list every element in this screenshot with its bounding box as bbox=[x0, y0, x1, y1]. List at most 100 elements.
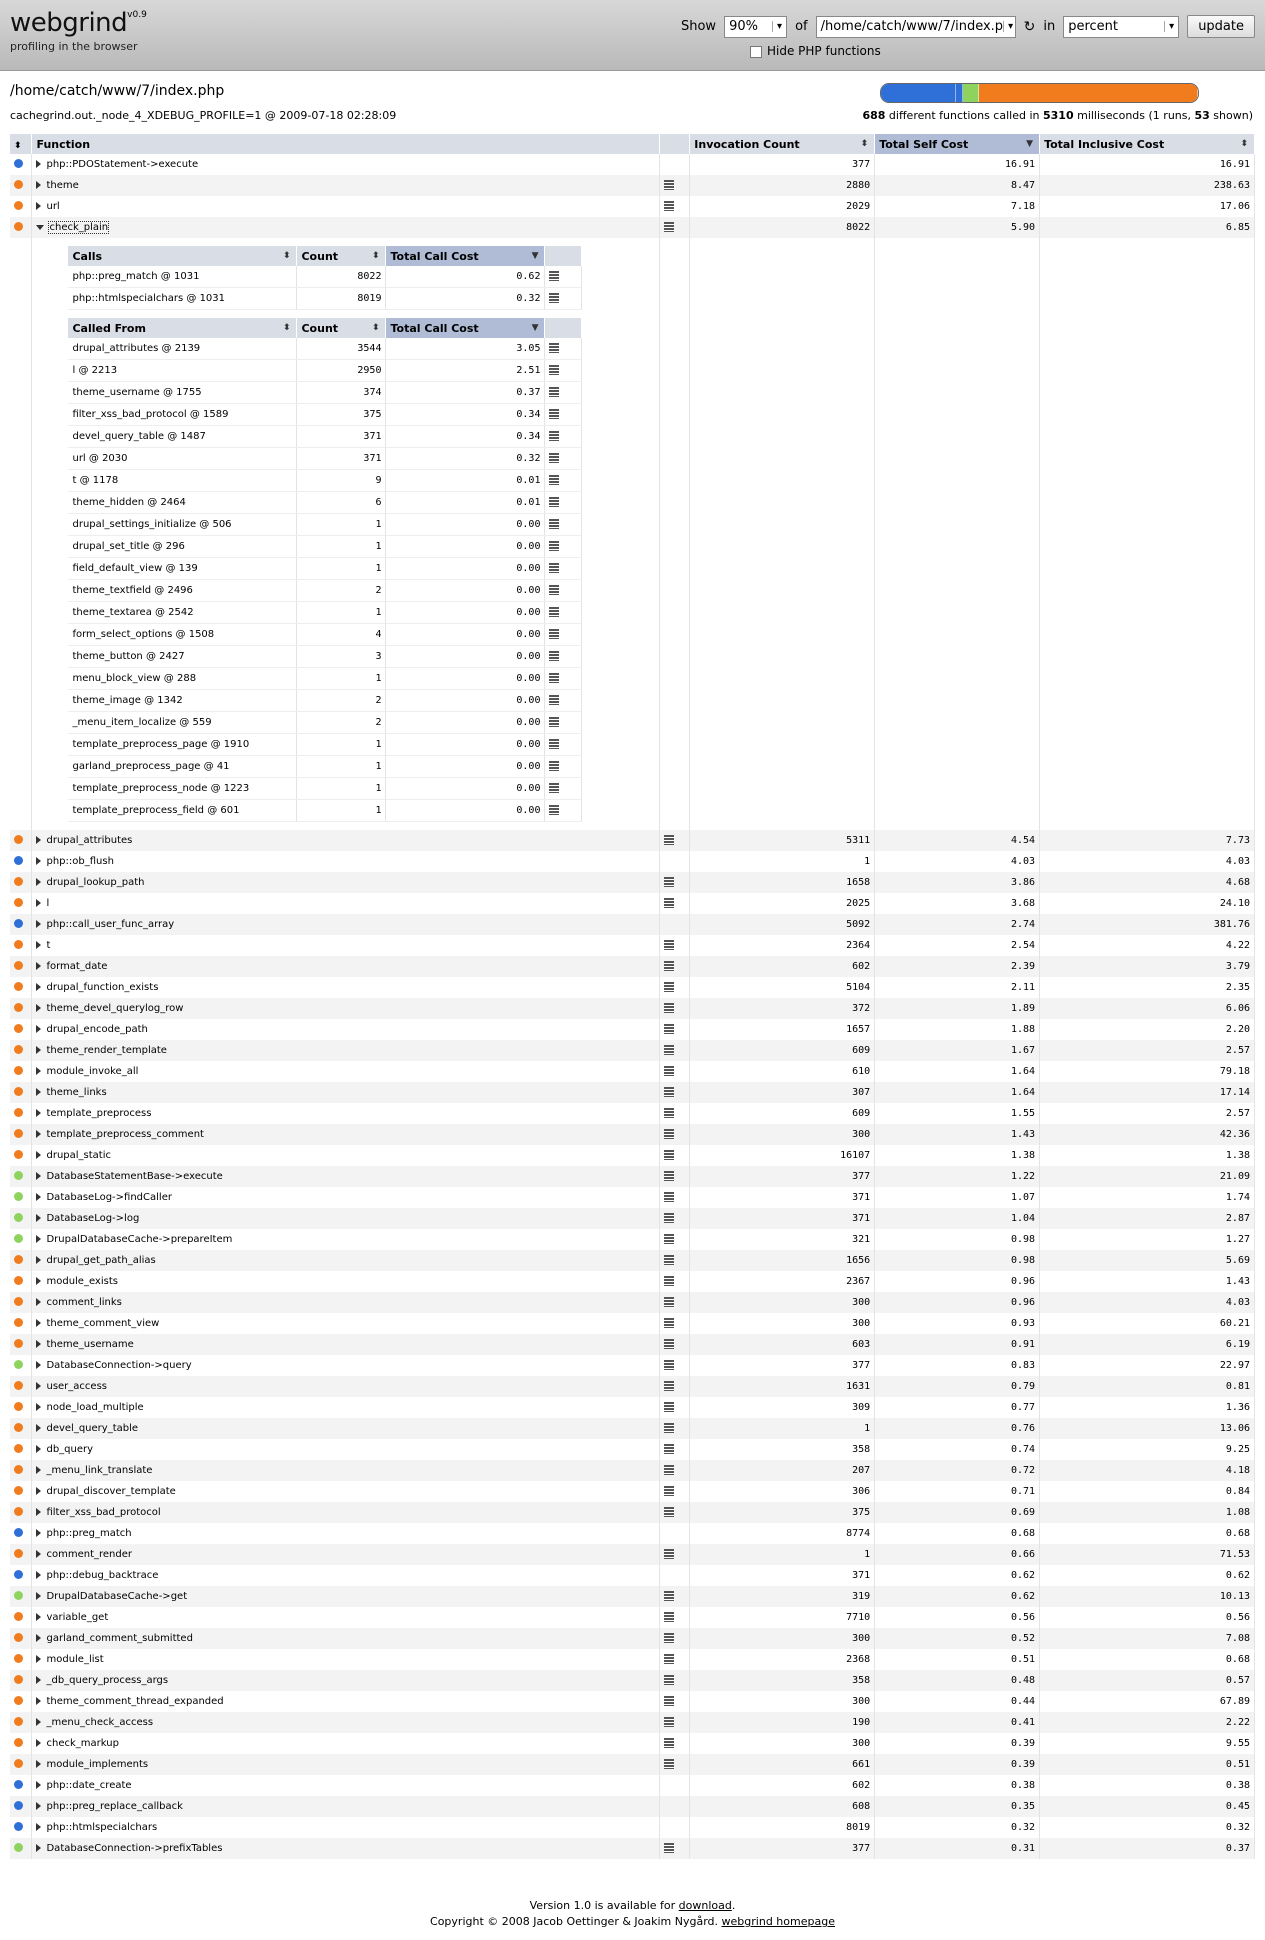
file-icon[interactable] bbox=[549, 717, 560, 727]
unit-select[interactable]: percent ▾ bbox=[1063, 15, 1180, 38]
expand-triangle-icon[interactable] bbox=[36, 1067, 42, 1075]
function-name-cell[interactable]: php::call_user_func_array bbox=[31, 914, 661, 935]
expand-triangle-icon[interactable] bbox=[36, 1781, 42, 1789]
file-icon[interactable] bbox=[664, 1297, 675, 1307]
file-icon[interactable] bbox=[664, 1318, 675, 1328]
called-from-table-row[interactable]: theme_image @ 1342 2 0.00 bbox=[68, 689, 583, 712]
function-name-cell[interactable]: user_access bbox=[31, 1376, 661, 1397]
called-from-table-row[interactable]: l @ 2213 2950 2.51 bbox=[68, 359, 583, 382]
function-name[interactable]: php::PDOStatement->execute bbox=[46, 159, 198, 170]
file-icon[interactable] bbox=[664, 1843, 675, 1853]
function-name-cell[interactable]: l bbox=[31, 893, 661, 914]
function-name-cell[interactable]: php::preg_replace_callback bbox=[31, 1796, 661, 1817]
function-name[interactable]: theme_username bbox=[46, 1339, 133, 1350]
function-name-cell[interactable]: devel_query_table bbox=[31, 1418, 661, 1439]
file-icon[interactable] bbox=[664, 1633, 675, 1643]
expand-triangle-icon[interactable] bbox=[36, 1760, 42, 1768]
function-name[interactable]: l bbox=[46, 898, 49, 909]
function-name[interactable]: DatabaseConnection->prefixTables bbox=[46, 1843, 222, 1854]
function-header[interactable]: Function bbox=[31, 134, 661, 154]
function-name-cell[interactable]: template_preprocess_comment bbox=[31, 1124, 661, 1145]
function-name-cell[interactable]: _db_query_process_args bbox=[31, 1670, 661, 1691]
function-row[interactable]: DatabaseConnection->prefixTables 377 0.31 0… bbox=[10, 1838, 1255, 1859]
expand-triangle-icon[interactable] bbox=[36, 920, 42, 928]
function-name[interactable]: theme_links bbox=[46, 1087, 106, 1098]
expand-triangle-icon[interactable] bbox=[36, 1277, 42, 1285]
file-icon[interactable] bbox=[549, 409, 560, 419]
function-name-cell[interactable]: db_query bbox=[31, 1439, 661, 1460]
sort-type-header[interactable]: ⬍ bbox=[10, 134, 33, 154]
function-row[interactable]: user_access 1631 0.79 0.81 bbox=[10, 1376, 1255, 1397]
file-icon[interactable] bbox=[664, 961, 675, 971]
function-name-cell[interactable]: _menu_check_access bbox=[31, 1712, 661, 1733]
file-icon[interactable] bbox=[664, 1129, 675, 1139]
file-icon[interactable] bbox=[664, 1360, 675, 1370]
file-icon[interactable] bbox=[664, 1612, 675, 1622]
function-row[interactable]: format_date 602 2.39 3.79 bbox=[10, 956, 1255, 977]
file-icon[interactable] bbox=[664, 940, 675, 950]
called-from-table-row[interactable]: devel_query_table @ 1487 371 0.34 bbox=[68, 425, 583, 448]
expand-triangle-icon[interactable] bbox=[36, 1676, 42, 1684]
function-name-cell[interactable]: comment_render bbox=[31, 1544, 661, 1565]
expand-triangle-icon[interactable] bbox=[36, 1151, 42, 1159]
expand-triangle-icon[interactable] bbox=[36, 160, 42, 168]
function-row[interactable]: DatabaseLog->log 371 1.04 2.87 bbox=[10, 1208, 1255, 1229]
file-icon[interactable] bbox=[664, 1381, 675, 1391]
function-name[interactable]: drupal_lookup_path bbox=[46, 877, 144, 888]
file-icon[interactable] bbox=[549, 293, 560, 303]
function-name-cell[interactable]: check_markup bbox=[31, 1733, 661, 1754]
called-from-table-row[interactable]: theme_username @ 1755 374 0.37 bbox=[68, 381, 583, 404]
function-row[interactable]: url 2029 7.18 17.06 bbox=[10, 196, 1255, 217]
function-row[interactable]: l 2025 3.68 24.10 bbox=[10, 893, 1255, 914]
function-name-cell[interactable]: drupal_attributes bbox=[31, 830, 661, 851]
function-name-cell[interactable]: garland_comment_submitted bbox=[31, 1628, 661, 1649]
expand-triangle-icon[interactable] bbox=[36, 1487, 42, 1495]
calls-table-cost-header[interactable]: Total Call Cost ▼ bbox=[385, 246, 546, 266]
function-name-cell[interactable]: _menu_link_translate bbox=[31, 1460, 661, 1481]
function-name-cell[interactable]: theme bbox=[31, 175, 661, 196]
file-icon[interactable] bbox=[664, 1486, 675, 1496]
file-icon[interactable] bbox=[664, 1213, 675, 1223]
function-row[interactable]: node_load_multiple 309 0.77 1.36 bbox=[10, 1397, 1255, 1418]
homepage-link[interactable]: webgrind homepage bbox=[722, 1915, 835, 1928]
function-name[interactable]: db_query bbox=[46, 1444, 93, 1455]
calls-table-row[interactable]: php::htmlspecialchars @ 1031 8019 0.32 bbox=[68, 287, 583, 310]
function-name[interactable]: drupal_attributes bbox=[46, 835, 132, 846]
function-name-cell[interactable]: comment_links bbox=[31, 1292, 661, 1313]
file-icon[interactable] bbox=[664, 1087, 675, 1097]
file-icon[interactable] bbox=[664, 1255, 675, 1265]
function-name-cell[interactable]: drupal_discover_template bbox=[31, 1481, 661, 1502]
called-from-table-row[interactable]: drupal_attributes @ 2139 3544 3.05 bbox=[68, 338, 583, 360]
show-select[interactable]: 90% ▾ bbox=[724, 15, 788, 38]
function-name[interactable]: _menu_link_translate bbox=[46, 1465, 152, 1476]
expand-triangle-icon[interactable] bbox=[36, 181, 42, 189]
function-row[interactable]: DrupalDatabaseCache->get 319 0.62 10.13 bbox=[10, 1586, 1255, 1607]
function-name-cell[interactable]: DatabaseLog->findCaller bbox=[31, 1187, 661, 1208]
file-icon[interactable] bbox=[664, 1444, 675, 1454]
function-row[interactable]: php::call_user_func_array 5092 2.74 381.76 bbox=[10, 914, 1255, 935]
function-name[interactable]: theme_comment_thread_expanded bbox=[46, 1696, 223, 1707]
function-row[interactable]: DatabaseLog->findCaller 371 1.07 1.74 bbox=[10, 1187, 1255, 1208]
called-from-table-row[interactable]: garland_preprocess_page @ 41 1 0.00 bbox=[68, 755, 583, 778]
file-icon[interactable] bbox=[549, 365, 560, 375]
expand-triangle-icon[interactable] bbox=[36, 962, 42, 970]
function-row[interactable]: theme_links 307 1.64 17.14 bbox=[10, 1082, 1255, 1103]
expand-triangle-icon[interactable] bbox=[36, 1550, 42, 1558]
file-icon[interactable] bbox=[549, 271, 560, 281]
file-icon[interactable] bbox=[549, 453, 560, 463]
function-name-cell[interactable]: module_implements bbox=[31, 1754, 661, 1775]
function-name-cell[interactable]: drupal_function_exists bbox=[31, 977, 661, 998]
function-row[interactable]: template_preprocess 609 1.55 2.57 bbox=[10, 1103, 1255, 1124]
function-name-cell[interactable]: check_plain bbox=[31, 217, 661, 238]
self-cost-header[interactable]: Total Self Cost ▼ bbox=[874, 134, 1041, 154]
expand-triangle-icon[interactable] bbox=[36, 1634, 42, 1642]
function-row[interactable]: module_implements 661 0.39 0.51 bbox=[10, 1754, 1255, 1775]
file-icon[interactable] bbox=[549, 497, 560, 507]
expand-triangle-icon[interactable] bbox=[36, 1130, 42, 1138]
file-icon[interactable] bbox=[549, 343, 560, 353]
function-name-cell[interactable]: theme_render_template bbox=[31, 1040, 661, 1061]
file-icon[interactable] bbox=[664, 1654, 675, 1664]
file-icon[interactable] bbox=[549, 431, 560, 441]
called-from-table-row[interactable]: field_default_view @ 139 1 0.00 bbox=[68, 557, 583, 580]
file-icon[interactable] bbox=[664, 1591, 675, 1601]
